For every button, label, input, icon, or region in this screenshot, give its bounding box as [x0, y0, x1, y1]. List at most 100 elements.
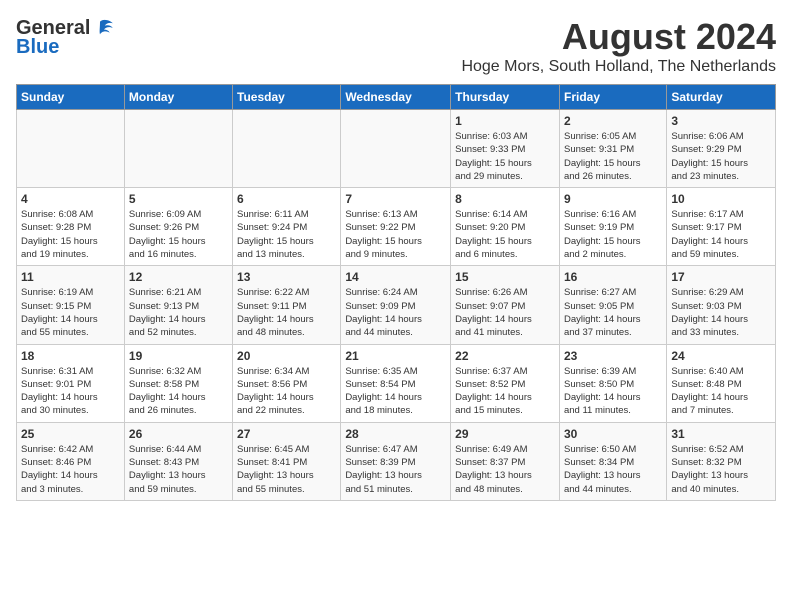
calendar-cell: 11 Sunrise: 6:19 AM Sunset: 9:15 PM Dayli…: [17, 266, 125, 344]
calendar-cell: 30 Sunrise: 6:50 AM Sunset: 8:34 PM Dayli…: [559, 422, 666, 500]
cell-content: Sunrise: 6:24 AM Sunset: 9:09 PM Dayligh…: [345, 286, 446, 339]
calendar-cell: 1Sunrise: 6:03 AM Sunset: 9:33 PM Daylig…: [451, 110, 560, 188]
calendar-cell: 21Sunrise: 6:35 AM Sunset: 8:54 PM Dayli…: [341, 344, 451, 422]
cell-content: Sunrise: 6:34 AM Sunset: 8:56 PM Dayligh…: [237, 365, 336, 418]
cell-content: Sunrise: 6:11 AM Sunset: 9:24 PM Dayligh…: [237, 208, 336, 261]
page-header: General Blue August 2024 Hoge Mors, Sout…: [16, 16, 776, 76]
cell-content: Sunrise: 6:29 AM Sunset: 9:03 PM Dayligh…: [671, 286, 771, 339]
logo-blue-text: Blue: [16, 36, 59, 59]
day-number: 5: [129, 192, 228, 206]
cell-content: Sunrise: 6:44 AM Sunset: 8:43 PM Dayligh…: [129, 443, 228, 496]
header-friday: Friday: [559, 85, 666, 110]
calendar-cell: 4 Sunrise: 6:08 AM Sunset: 9:28 PM Daylig…: [17, 188, 125, 266]
day-number: 31: [671, 427, 771, 441]
cell-content: Sunrise: 6:08 AM Sunset: 9:28 PM Dayligh…: [21, 208, 120, 261]
calendar-cell: 27Sunrise: 6:45 AM Sunset: 8:41 PM Dayli…: [233, 422, 341, 500]
header-wednesday: Wednesday: [341, 85, 451, 110]
calendar-table: SundayMondayTuesdayWednesdayThursdayFrid…: [16, 84, 776, 501]
day-number: 13: [237, 270, 336, 284]
calendar-cell: [233, 110, 341, 188]
cell-content: Sunrise: 6:27 AM Sunset: 9:05 PM Dayligh…: [564, 286, 662, 339]
day-number: 20: [237, 349, 336, 363]
cell-content: Sunrise: 6:14 AM Sunset: 9:20 PM Dayligh…: [455, 208, 555, 261]
calendar-cell: [17, 110, 125, 188]
day-number: 30: [564, 427, 662, 441]
header-thursday: Thursday: [451, 85, 560, 110]
calendar-cell: 3 Sunrise: 6:06 AM Sunset: 9:29 PM Daylig…: [667, 110, 776, 188]
header-monday: Monday: [124, 85, 232, 110]
cell-content: Sunrise: 6:52 AM Sunset: 8:32 PM Dayligh…: [671, 443, 771, 496]
cell-content: Sunrise: 6:09 AM Sunset: 9:26 PM Dayligh…: [129, 208, 228, 261]
day-number: 27: [237, 427, 336, 441]
day-number: 26: [129, 427, 228, 441]
calendar-cell: 7Sunrise: 6:13 AM Sunset: 9:22 PM Daylig…: [341, 188, 451, 266]
cell-content: Sunrise: 6:50 AM Sunset: 8:34 PM Dayligh…: [564, 443, 662, 496]
calendar-cell: 26 Sunrise: 6:44 AM Sunset: 8:43 PM Dayli…: [124, 422, 232, 500]
day-number: 1: [455, 114, 555, 128]
day-number: 21: [345, 349, 446, 363]
calendar-cell: 20 Sunrise: 6:34 AM Sunset: 8:56 PM Dayli…: [233, 344, 341, 422]
logo-bird-icon: [92, 16, 116, 40]
day-number: 7: [345, 192, 446, 206]
calendar-cell: 10 Sunrise: 6:17 AM Sunset: 9:17 PM Dayli…: [667, 188, 776, 266]
cell-content: Sunrise: 6:22 AM Sunset: 9:11 PM Dayligh…: [237, 286, 336, 339]
calendar-cell: 29Sunrise: 6:49 AM Sunset: 8:37 PM Dayli…: [451, 422, 560, 500]
week-row-4: 18 Sunrise: 6:31 AM Sunset: 9:01 PM Dayli…: [17, 344, 776, 422]
cell-content: Sunrise: 6:32 AM Sunset: 8:58 PM Dayligh…: [129, 365, 228, 418]
calendar-cell: 31 Sunrise: 6:52 AM Sunset: 8:32 PM Dayli…: [667, 422, 776, 500]
cell-content: Sunrise: 6:17 AM Sunset: 9:17 PM Dayligh…: [671, 208, 771, 261]
day-number: 9: [564, 192, 662, 206]
calendar-cell: 13 Sunrise: 6:22 AM Sunset: 9:11 PM Dayli…: [233, 266, 341, 344]
day-number: 10: [671, 192, 771, 206]
calendar-cell: 17 Sunrise: 6:29 AM Sunset: 9:03 PM Dayli…: [667, 266, 776, 344]
cell-content: Sunrise: 6:49 AM Sunset: 8:37 PM Dayligh…: [455, 443, 555, 496]
calendar-cell: 18 Sunrise: 6:31 AM Sunset: 9:01 PM Dayli…: [17, 344, 125, 422]
calendar-cell: 6 Sunrise: 6:11 AM Sunset: 9:24 PM Daylig…: [233, 188, 341, 266]
calendar-cell: [124, 110, 232, 188]
week-row-2: 4 Sunrise: 6:08 AM Sunset: 9:28 PM Daylig…: [17, 188, 776, 266]
day-number: 6: [237, 192, 336, 206]
cell-content: Sunrise: 6:06 AM Sunset: 9:29 PM Dayligh…: [671, 130, 771, 183]
logo: General Blue: [16, 16, 116, 59]
day-number: 28: [345, 427, 446, 441]
cell-content: Sunrise: 6:37 AM Sunset: 8:52 PM Dayligh…: [455, 365, 555, 418]
calendar-cell: 19Sunrise: 6:32 AM Sunset: 8:58 PM Dayli…: [124, 344, 232, 422]
calendar-cell: 22Sunrise: 6:37 AM Sunset: 8:52 PM Dayli…: [451, 344, 560, 422]
calendar-cell: 25 Sunrise: 6:42 AM Sunset: 8:46 PM Dayli…: [17, 422, 125, 500]
day-number: 2: [564, 114, 662, 128]
month-year-title: August 2024: [461, 16, 776, 58]
cell-content: Sunrise: 6:40 AM Sunset: 8:48 PM Dayligh…: [671, 365, 771, 418]
day-number: 16: [564, 270, 662, 284]
cell-content: Sunrise: 6:42 AM Sunset: 8:46 PM Dayligh…: [21, 443, 120, 496]
title-section: August 2024 Hoge Mors, South Holland, Th…: [461, 16, 776, 76]
calendar-cell: 28 Sunrise: 6:47 AM Sunset: 8:39 PM Dayli…: [341, 422, 451, 500]
day-number: 17: [671, 270, 771, 284]
day-number: 14: [345, 270, 446, 284]
day-number: 24: [671, 349, 771, 363]
cell-content: Sunrise: 6:47 AM Sunset: 8:39 PM Dayligh…: [345, 443, 446, 496]
day-number: 4: [21, 192, 120, 206]
cell-content: Sunrise: 6:21 AM Sunset: 9:13 PM Dayligh…: [129, 286, 228, 339]
cell-content: Sunrise: 6:16 AM Sunset: 9:19 PM Dayligh…: [564, 208, 662, 261]
calendar-cell: 12Sunrise: 6:21 AM Sunset: 9:13 PM Dayli…: [124, 266, 232, 344]
week-row-1: 1Sunrise: 6:03 AM Sunset: 9:33 PM Daylig…: [17, 110, 776, 188]
header-tuesday: Tuesday: [233, 85, 341, 110]
week-row-3: 11 Sunrise: 6:19 AM Sunset: 9:15 PM Dayli…: [17, 266, 776, 344]
cell-content: Sunrise: 6:19 AM Sunset: 9:15 PM Dayligh…: [21, 286, 120, 339]
day-number: 18: [21, 349, 120, 363]
cell-content: Sunrise: 6:31 AM Sunset: 9:01 PM Dayligh…: [21, 365, 120, 418]
calendar-cell: 15 Sunrise: 6:26 AM Sunset: 9:07 PM Dayli…: [451, 266, 560, 344]
cell-content: Sunrise: 6:26 AM Sunset: 9:07 PM Dayligh…: [455, 286, 555, 339]
day-number: 25: [21, 427, 120, 441]
day-number: 8: [455, 192, 555, 206]
cell-content: Sunrise: 6:39 AM Sunset: 8:50 PM Dayligh…: [564, 365, 662, 418]
day-number: 3: [671, 114, 771, 128]
cell-content: Sunrise: 6:05 AM Sunset: 9:31 PM Dayligh…: [564, 130, 662, 183]
header-sunday: Sunday: [17, 85, 125, 110]
day-number: 11: [21, 270, 120, 284]
calendar-cell: 2 Sunrise: 6:05 AM Sunset: 9:31 PM Daylig…: [559, 110, 666, 188]
calendar-cell: [341, 110, 451, 188]
calendar-cell: 14 Sunrise: 6:24 AM Sunset: 9:09 PM Dayli…: [341, 266, 451, 344]
day-number: 23: [564, 349, 662, 363]
day-number: 15: [455, 270, 555, 284]
